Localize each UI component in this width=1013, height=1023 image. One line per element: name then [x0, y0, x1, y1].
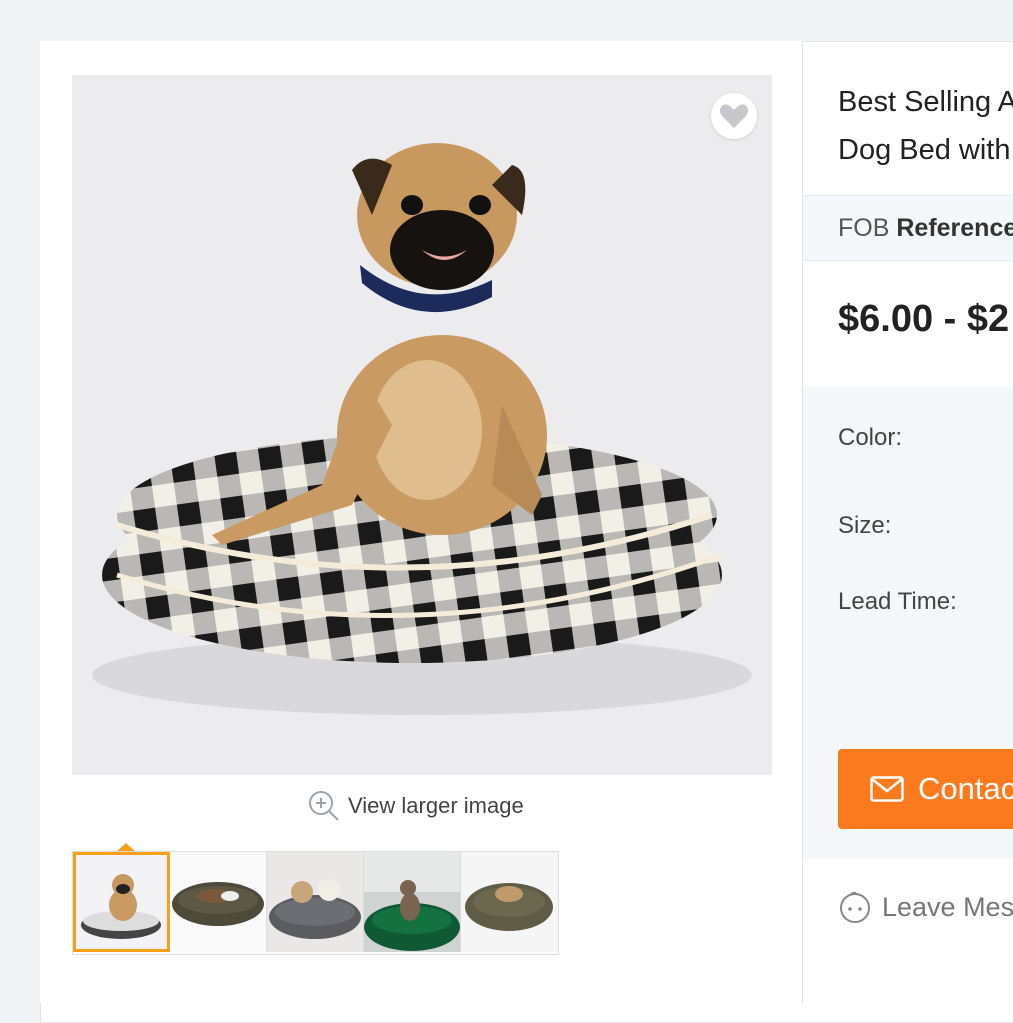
color-label: Color: [838, 424, 903, 451]
fob-reference-label: FOB Reference [838, 214, 1013, 243]
chat-face-icon [840, 891, 870, 923]
view-larger-image-link[interactable]: View larger image [308, 788, 524, 824]
leave-message-label: Leave Mes [882, 891, 1013, 922]
contact-supplier-button[interactable]: Contac [838, 749, 1013, 829]
main-product-image[interactable] [72, 75, 772, 775]
envelope-icon [870, 776, 904, 802]
contact-button-label: Contac [918, 771, 1013, 806]
thumbnail-dog-green-bed[interactable] [364, 852, 461, 952]
pug-on-checkered-bed-image [72, 75, 772, 775]
zoom-in-icon [309, 791, 339, 821]
view-larger-label: View larger image [348, 793, 524, 818]
fob-prefix: FOB [838, 214, 890, 242]
fob-reference-text: Reference [896, 214, 1013, 242]
thumbnail-dog-brown-bed[interactable] [170, 852, 267, 952]
leave-message-link[interactable]: Leave Mes [838, 890, 1013, 924]
thumbnail-dog-olive-bed[interactable] [461, 852, 558, 952]
price-range: $6.00 - $2 [838, 298, 1010, 340]
lead-time-label: Lead Time: [838, 588, 957, 615]
favorite-button[interactable] [711, 93, 757, 139]
thumbnail-dogs-grey-bed[interactable] [267, 852, 364, 952]
heart-icon [719, 104, 749, 128]
thumbnail-strip [72, 851, 559, 955]
size-label: Size: [838, 512, 892, 539]
product-title-line-1: Best Selling A [838, 86, 1013, 118]
thumbnail-pug-checkered-bed[interactable] [73, 852, 170, 952]
product-title: Best Selling A Dog Bed with [838, 78, 1013, 174]
product-title-line-2: Dog Bed with [838, 134, 1011, 166]
